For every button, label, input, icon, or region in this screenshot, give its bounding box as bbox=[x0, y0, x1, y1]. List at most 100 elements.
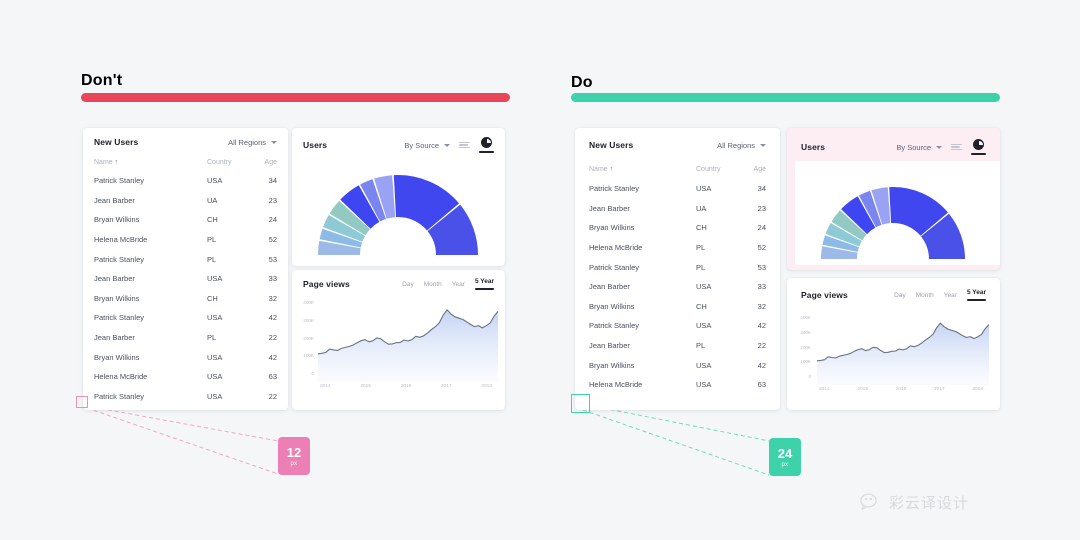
range-tab[interactable]: Month bbox=[424, 281, 442, 288]
column-header-name[interactable]: Name ↑ bbox=[589, 166, 696, 173]
cell-country: PL bbox=[207, 254, 217, 264]
table-row[interactable]: Bryan Wilkins CH 32 bbox=[589, 297, 766, 317]
table-row[interactable]: Bryan Wilkins USA 42 bbox=[94, 347, 277, 367]
cell-country: USA bbox=[207, 372, 223, 382]
table-row[interactable]: Jean Barber USA 33 bbox=[94, 269, 277, 289]
cell-country: USA bbox=[207, 274, 223, 284]
list-view-icon[interactable] bbox=[951, 143, 962, 151]
pie-view-icon[interactable] bbox=[971, 139, 986, 155]
cell-age: 34 bbox=[757, 184, 766, 194]
cell-age: 23 bbox=[757, 203, 766, 213]
spacing-badge-value: 24 bbox=[777, 445, 793, 461]
table-row[interactable]: Patrick Stanley USA 42 bbox=[94, 308, 277, 328]
table-row[interactable]: Helena McBride PL 52 bbox=[94, 230, 277, 250]
y-axis-tick-label: 400K bbox=[800, 315, 811, 320]
source-filter-label: By Source bbox=[896, 142, 931, 152]
column-header-name[interactable]: Name ↑ bbox=[94, 159, 207, 166]
cell-country: USA bbox=[207, 391, 223, 401]
x-axis-labels: 2014 2015 2016 2017 2018 bbox=[320, 384, 492, 389]
cell-name: Patrick Stanley bbox=[94, 313, 145, 323]
table-row[interactable]: Patrick Stanley USA 34 bbox=[94, 171, 277, 191]
cell-age: 23 bbox=[268, 195, 277, 205]
range-tab[interactable]: Day bbox=[402, 281, 414, 288]
table-row[interactable]: Helena McBride USA 63 bbox=[589, 375, 766, 395]
cell-country: PL bbox=[696, 262, 706, 272]
column-header-country[interactable]: Country bbox=[696, 166, 742, 173]
table-row[interactable]: Helena McBride USA 63 bbox=[94, 367, 277, 387]
table-row[interactable]: Jean Barber PL 22 bbox=[589, 336, 766, 356]
table-row[interactable]: Bryan Wilkins CH 32 bbox=[94, 289, 277, 309]
table-row[interactable]: Patrick Stanley USA 34 bbox=[589, 179, 766, 199]
pie-view-icon[interactable] bbox=[479, 137, 494, 153]
cell-age: 34 bbox=[268, 176, 277, 186]
spacing-badge-value: 12 bbox=[286, 444, 302, 460]
list-view-icon[interactable] bbox=[459, 141, 470, 149]
card-header: New Users All Regions bbox=[575, 128, 780, 159]
card-title: Users bbox=[801, 142, 826, 152]
cell-name: Jean Barber bbox=[94, 195, 135, 205]
users-chart-card-do: Users By Source bbox=[787, 128, 1000, 270]
range-tab[interactable]: Year bbox=[452, 281, 465, 288]
range-tab-selected-underline bbox=[474, 288, 494, 290]
cell-age: 53 bbox=[268, 254, 277, 264]
cell-country: USA bbox=[207, 313, 223, 323]
cell-age: 32 bbox=[757, 301, 766, 311]
cell-country: CH bbox=[207, 293, 218, 303]
cell-age: 42 bbox=[268, 313, 277, 323]
table-row[interactable]: Patrick Stanley USA 22 bbox=[94, 387, 277, 407]
range-tab[interactable]: 5 Year bbox=[966, 289, 986, 301]
y-axis-tick-label: 0 bbox=[808, 374, 811, 379]
table-row[interactable]: Patrick Stanley PL 53 bbox=[94, 249, 277, 269]
y-axis-tick-label: 100K bbox=[800, 359, 811, 365]
y-axis-labels: 400K 300K 200K 100K 0 bbox=[292, 300, 314, 376]
table-row[interactable]: Bryan Wilkins CH 24 bbox=[94, 210, 277, 230]
table-row[interactable]: Jean Barber USA 33 bbox=[589, 277, 766, 297]
range-tab[interactable]: Month bbox=[916, 292, 934, 299]
area-fill bbox=[318, 309, 498, 382]
table-row[interactable]: Jean Barber PL 22 bbox=[94, 328, 277, 348]
range-tab[interactable]: Year bbox=[944, 292, 957, 299]
spacing-badge-dont: 12 px bbox=[278, 437, 310, 475]
cell-country: CH bbox=[696, 223, 707, 233]
cell-name: Bryan Wilkins bbox=[589, 223, 635, 233]
cell-country: USA bbox=[696, 380, 712, 390]
cell-age: 22 bbox=[757, 341, 766, 351]
y-axis-tick-label: 300K bbox=[800, 329, 811, 335]
x-axis-tick-label: 2016 bbox=[400, 384, 412, 389]
column-header-age[interactable]: Age bbox=[742, 166, 766, 173]
column-header-age[interactable]: Age bbox=[253, 159, 277, 166]
section-title-dont: Don't bbox=[81, 72, 123, 89]
area-fill bbox=[817, 323, 989, 385]
table-row[interactable]: Jean Barber UA 23 bbox=[94, 191, 277, 211]
table-row[interactable]: Bryan Wilkins USA 42 bbox=[589, 355, 766, 375]
table-row[interactable]: Jean Barber UA 23 bbox=[589, 199, 766, 219]
table-row[interactable]: Helena McBride PL 52 bbox=[589, 238, 766, 258]
region-filter-dropdown[interactable]: All Regions bbox=[717, 141, 766, 150]
y-axis-tick-label: 400K bbox=[303, 300, 314, 305]
section-bar-do bbox=[571, 93, 1000, 102]
table-row[interactable]: Patrick Stanley PL 53 bbox=[589, 257, 766, 277]
cell-country: PL bbox=[696, 243, 706, 253]
table-row[interactable]: Patrick Stanley USA 42 bbox=[589, 316, 766, 336]
table-header-row: Name ↑ Country Age bbox=[94, 154, 277, 171]
x-axis-labels: 2014 2015 2016 2017 2018 bbox=[819, 387, 983, 392]
y-axis-labels: 400K 300K 200K 100K 0 bbox=[787, 315, 811, 379]
chevron-down-icon bbox=[444, 143, 450, 147]
range-tab[interactable]: 5 Year bbox=[474, 278, 494, 290]
cell-name: Patrick Stanley bbox=[94, 391, 145, 401]
x-axis-tick-label: 2017 bbox=[440, 384, 452, 389]
cell-name: Bryan Wilkins bbox=[589, 360, 635, 370]
spacing-marker-do bbox=[571, 394, 590, 413]
spacing-badge-unit: px bbox=[290, 460, 298, 467]
source-filter-dropdown[interactable]: By Source bbox=[896, 143, 942, 152]
region-filter-dropdown[interactable]: All Regions bbox=[228, 138, 277, 147]
cell-name: Jean Barber bbox=[94, 333, 135, 343]
source-filter-dropdown[interactable]: By Source bbox=[404, 141, 450, 150]
cell-name: Helena McBride bbox=[589, 243, 643, 253]
range-tab[interactable]: Day bbox=[894, 292, 906, 299]
range-tab-selected-underline bbox=[966, 299, 986, 301]
spacing-badge-unit: px bbox=[781, 461, 789, 468]
new-users-card-do: New Users All Regions Name ↑ Country Age… bbox=[575, 128, 780, 410]
table-row[interactable]: Bryan Wilkins CH 24 bbox=[589, 218, 766, 238]
column-header-country[interactable]: Country bbox=[207, 159, 253, 166]
